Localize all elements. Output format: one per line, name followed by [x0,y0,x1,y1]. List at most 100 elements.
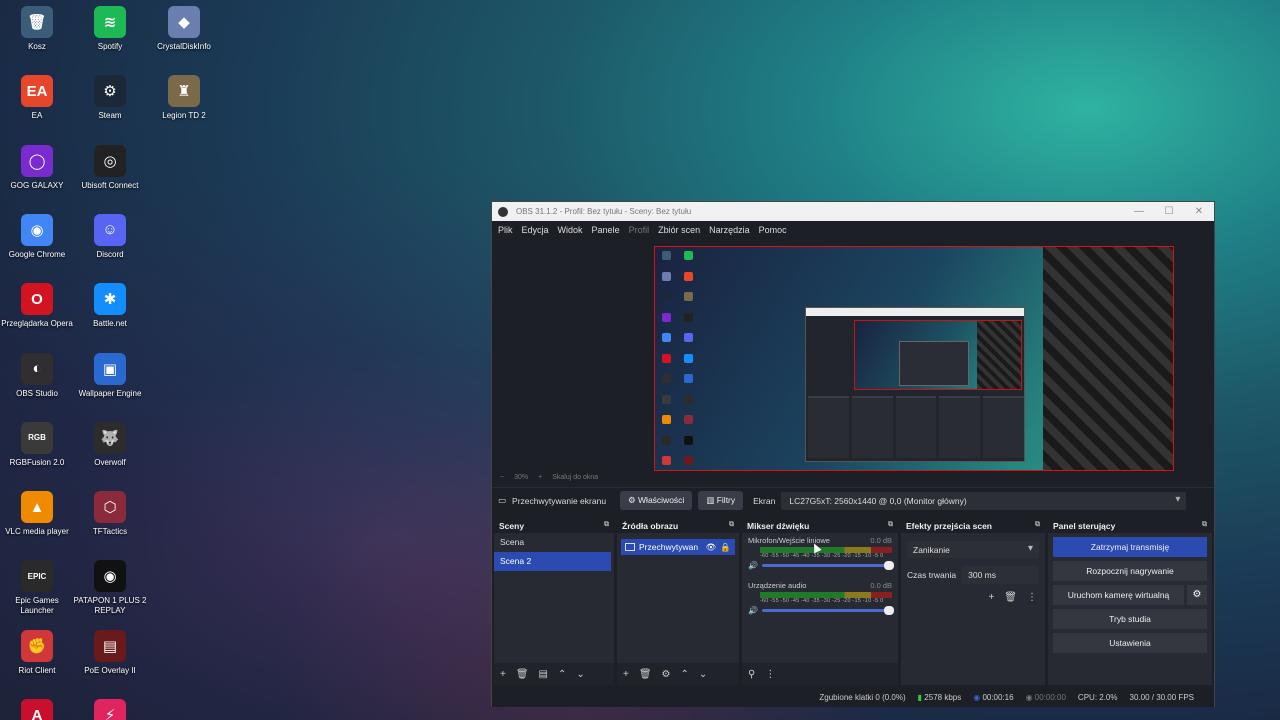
stop-stream-button[interactable]: Zatrzymaj transmisję [1053,537,1207,557]
scenes-popout-icon[interactable]: ⧉ [604,521,609,530]
mixer-popout-icon[interactable]: ⧉ [888,521,893,530]
sources-popout-icon[interactable]: ⧉ [729,521,734,530]
scene-up-button[interactable]: ⌃ [558,669,566,680]
mixer-menu-button[interactable]: ⋮ [765,669,775,680]
transition-menu-button[interactable]: ⋮ [1027,592,1037,603]
source-up-button[interactable]: ⌃ [681,669,689,680]
menu-panele[interactable]: Panele [592,225,620,235]
zoom-in-button[interactable]: + [538,474,542,481]
desktop-icon-obs-studio[interactable]: ◐ OBS Studio [0,352,74,399]
menu-pomoc[interactable]: Pomoc [759,225,787,235]
preview-canvas[interactable] [654,246,1174,471]
desktop-icon-gog-galaxy[interactable]: ◯ GOG GALAXY [0,144,74,191]
visibility-eye-icon[interactable]: 👁 [706,542,717,553]
transitions-popout-icon[interactable]: ⧉ [1035,521,1040,530]
monitor-icon: ▭ [498,495,507,505]
source-item[interactable]: Przechwytywan 👁 🔒 [621,539,735,555]
desktop-icon-acrobat-icon[interactable]: A [0,699,74,720]
remove-scene-button[interactable]: 🗑 [516,669,529,680]
preview-mini-icon [662,435,671,445]
fit-to-window[interactable]: Skaluj do okna [552,474,598,481]
preview-area[interactable] [492,240,1214,472]
add-source-button[interactable]: + [623,669,629,680]
scene-item-scena-2[interactable]: Scena 2 [494,552,611,571]
zoom-row: − 30% + Skaluj do okna [492,471,1214,483]
scene-item-scena[interactable]: Scena [494,533,614,552]
desktop-icon-discord[interactable]: ☺ Discord [73,213,147,260]
scene-filters-button[interactable]: ▤ [539,669,548,680]
desktop-icon-google-chrome[interactable]: ◉ Google Chrome [0,213,74,260]
menu-profil[interactable]: Profil [629,225,650,235]
remove-transition-button[interactable]: 🗑 [1004,592,1017,603]
desktop-icon-label: Kosz [28,42,46,51]
desktop-icon-rgbfusion-2-0[interactable]: RGB RGBFusion 2.0 [0,421,74,468]
maximize-button[interactable]: ☐ [1154,206,1184,217]
remove-source-button[interactable]: 🗑 [639,669,652,680]
close-button[interactable]: ✕ [1184,206,1214,217]
desktop-icon-przegl-darka-opera[interactable]: O Przeglądarka Opera [0,283,74,329]
zoom-out-button[interactable]: − [500,474,504,481]
scenes-dock: Sceny ⧉ Scena Scena 2 + 🗑 ▤ ⌃ ⌄ [494,518,614,685]
dropped-frames: Zgubione klatki 0 (0.0%) [819,692,906,702]
desktop-icon-label: Battle.net [93,319,127,329]
settings-button[interactable]: Ustawienia [1053,633,1207,653]
desktop-icon-unknown-red-icon[interactable]: ⚡ [73,699,147,720]
studio-mode-button[interactable]: Tryb studia [1053,609,1207,629]
preview-mini-icon [662,456,671,465]
stream-icon: ◉ [973,692,981,702]
desktop-icon-poe-overlay-ii[interactable]: ▤ PoE Overlay II [73,629,147,676]
controls-popout-icon[interactable]: ⧉ [1202,521,1207,530]
properties-button[interactable]: ⚙ Właściwości [620,491,693,510]
source-down-button[interactable]: ⌄ [699,669,707,680]
preview-mini-icon [662,271,671,281]
desktop-icon-label: Google Chrome [8,249,66,259]
virtual-camera-settings-icon[interactable]: ⚙ [1187,585,1207,605]
desktop-icon-epic-games-launcher[interactable]: EPIC Epic Games Launcher [0,560,74,616]
lock-icon[interactable]: 🔒 [720,542,731,553]
screen-select[interactable]: LC27G5xT: 2560x1440 @ 0,0 (Monitor główn… [781,491,1187,510]
volume-slider[interactable] [761,561,895,570]
start-virtual-camera-button[interactable]: Uruchom kamerę wirtualną [1053,585,1184,605]
mixer-advanced-button[interactable]: ⚲ [748,669,755,680]
desktop-icon-ea[interactable]: EA EA [0,75,74,121]
desktop-icon-tftactics[interactable]: ⬡ TFTactics [73,491,147,537]
duration-input[interactable]: 300 ms [962,566,1039,584]
transitions-title: Efekty przejścia scen [906,521,992,531]
ubisoft-connect-icon: ◎ [94,144,126,177]
menu-zbior-scen[interactable]: Zbiór scen [658,225,700,235]
menu-plik[interactable]: Plik [498,225,513,235]
filters-button[interactable]: ▥ Filtry [698,491,744,510]
riot-client-icon: ✊ [21,629,53,662]
desktop-icon-crystaldiskinfo[interactable]: ◆ CrystalDiskInfo [147,6,221,52]
desktop-icon-vlc-media-player[interactable]: ▲ VLC media player [0,491,74,537]
desktop-icon-ubisoft-connect[interactable]: ◎ Ubisoft Connect [73,144,147,191]
transition-select[interactable]: Zanikanie [907,541,1039,558]
transitions-dock: Efekty przejścia scen ⧉ Zanikanie Czas tr… [901,518,1045,685]
menu-narzedzia[interactable]: Narzędzia [709,225,750,235]
window-title: OBS 31.1.2 - Profil: Bez tytułu - Sceny:… [516,207,692,216]
scenes-title: Sceny [499,521,525,531]
desktop-icon-riot-client[interactable]: ✊ Riot Client [0,629,74,676]
desktop-icon-patapon-1-plus-2-replay[interactable]: ◉ PATAPON 1 PLUS 2 REPLAY [73,560,147,616]
scene-down-button[interactable]: ⌄ [576,669,584,680]
add-transition-button[interactable]: + [988,592,994,603]
desktop-icon-overwolf[interactable]: 🐺 Overwolf [73,421,147,468]
desktop-icon-battle-net[interactable]: ✱ Battle.net [73,283,147,329]
desktop-icon-legion-td-2[interactable]: ♜ Legion TD 2 [147,75,221,121]
minimize-button[interactable]: — [1124,206,1154,217]
desktop-icon-wallpaper-engine[interactable]: ▣ Wallpaper Engine [73,352,147,399]
volume-slider[interactable] [761,606,895,615]
preview-mini-icon [662,251,671,260]
speaker-icon[interactable]: 🔊 [748,561,758,570]
menu-edycja[interactable]: Edycja [522,225,549,235]
desktop-icon-steam[interactable]: ⚙ Steam [73,75,147,121]
add-scene-button[interactable]: + [500,669,506,680]
desktop-icon-kosz[interactable]: 🗑 Kosz [0,6,74,52]
source-properties-button[interactable]: ⚙ [662,669,671,680]
meter-scale: -60 -55 -50 -45 -40 -35 -30 -25 -20 -15 … [760,598,884,604]
menu-widok[interactable]: Widok [558,225,583,235]
vlc-icon: ▲ [21,491,53,524]
desktop-icon-spotify[interactable]: ≋ Spotify [73,6,147,52]
speaker-icon[interactable]: 🔊 [748,606,758,615]
start-recording-button[interactable]: Rozpocznij nagrywanie [1053,561,1207,581]
